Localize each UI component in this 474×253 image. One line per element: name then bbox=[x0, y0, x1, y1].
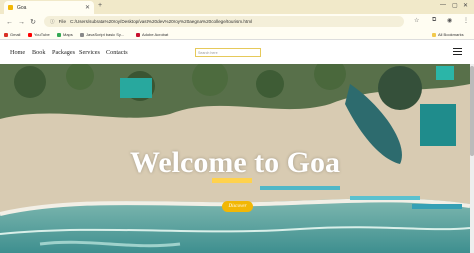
close-window-icon[interactable]: ✕ bbox=[463, 2, 468, 9]
search-input[interactable]: Search here bbox=[195, 48, 261, 57]
hamburger-menu-icon[interactable] bbox=[453, 48, 462, 55]
minimize-icon[interactable]: — bbox=[440, 2, 446, 8]
acrobat-icon bbox=[136, 32, 140, 37]
bookmark-gmail[interactable]: Gmail bbox=[4, 32, 20, 37]
bookmark-maps[interactable]: Maps bbox=[57, 32, 73, 37]
folder-icon bbox=[80, 32, 84, 37]
all-bookmarks-label: All Bookmarks bbox=[438, 32, 464, 37]
bookmark-javascript[interactable]: JavaScript basic Sy... bbox=[80, 32, 124, 37]
url-text: C:/Users/subrata%20roy/Desktop/vast%20de… bbox=[70, 19, 253, 24]
maximize-icon[interactable]: ▢ bbox=[452, 2, 458, 9]
hero-title: Welcome to Goa bbox=[130, 146, 340, 179]
close-tab-icon[interactable]: ✕ bbox=[85, 4, 90, 11]
bookmark-acrobat[interactable]: Adobe Acrobat bbox=[136, 32, 168, 37]
menu-icon[interactable]: ⋮ bbox=[463, 17, 469, 24]
nav-packages[interactable]: Packages bbox=[52, 49, 75, 56]
discover-button[interactable]: Discover bbox=[222, 201, 253, 212]
browser-tab[interactable]: Goa ✕ bbox=[4, 1, 94, 14]
tab-title: Goa bbox=[17, 4, 27, 11]
address-bar[interactable]: ⓘ File C:/Users/subrata%20roy/Desktop/va… bbox=[44, 16, 404, 27]
bookmark-label: JavaScript basic Sy... bbox=[86, 32, 124, 37]
bookmarks-bar: Gmail YouTube Maps JavaScript basic Sy..… bbox=[0, 30, 474, 40]
turquoise-roof bbox=[436, 66, 454, 80]
browser-toolbar: ← → ↻ ⓘ File C:/Users/subrata%20roy/Desk… bbox=[0, 14, 474, 30]
new-tab-icon[interactable]: + bbox=[98, 2, 102, 9]
file-info-icon: ⓘ bbox=[50, 18, 55, 24]
hero-section: Welcome to Goa Discover bbox=[0, 64, 470, 253]
profile-icon[interactable]: ◉ bbox=[447, 17, 452, 24]
bookmark-label: YouTube bbox=[34, 32, 50, 37]
bookmark-youtube[interactable]: YouTube bbox=[28, 32, 50, 37]
maps-icon bbox=[57, 32, 61, 37]
browser-tab-strip: Goa ✕ + — ▢ ✕ bbox=[0, 0, 474, 14]
forward-icon[interactable]: → bbox=[18, 19, 25, 26]
all-bookmarks[interactable]: All Bookmarks bbox=[432, 32, 464, 37]
nav-services[interactable]: Services bbox=[79, 49, 100, 56]
nav-book[interactable]: Book bbox=[32, 49, 45, 56]
search-placeholder: Search here bbox=[198, 50, 218, 55]
reload-icon[interactable]: ↻ bbox=[30, 18, 36, 26]
scrollbar-thumb[interactable] bbox=[470, 66, 474, 156]
site-navbar: Home Book Packages Services Contacts Sea… bbox=[0, 41, 474, 64]
url-prefix: File bbox=[58, 19, 67, 24]
gmail-icon bbox=[4, 32, 8, 37]
back-icon[interactable]: ← bbox=[6, 19, 13, 26]
bookmark-label: Maps bbox=[63, 32, 73, 37]
folder-icon bbox=[432, 32, 436, 37]
turquoise-roof bbox=[120, 78, 152, 98]
favicon-icon bbox=[8, 5, 13, 10]
bookmark-label: Adobe Acrobat bbox=[142, 32, 169, 37]
nav-contacts[interactable]: Contacts bbox=[106, 49, 128, 56]
bookmark-star-icon[interactable]: ☆ bbox=[414, 17, 419, 24]
extensions-icon[interactable]: ⧉ bbox=[432, 17, 436, 24]
nav-home[interactable]: Home bbox=[10, 49, 25, 56]
youtube-icon bbox=[28, 32, 32, 37]
bookmark-label: Gmail bbox=[10, 32, 21, 37]
